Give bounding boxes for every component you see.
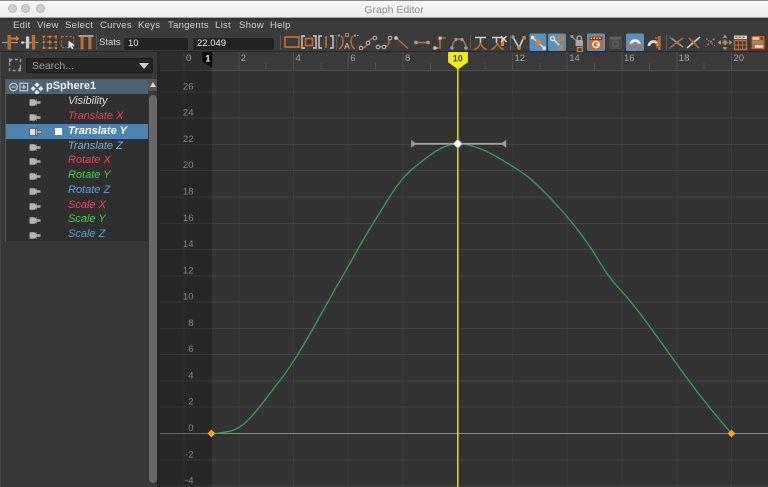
- svg-text:2: 2: [188, 397, 193, 408]
- svg-text:20: 20: [734, 53, 745, 64]
- svg-text:24: 24: [183, 108, 194, 119]
- svg-text:18: 18: [183, 187, 194, 198]
- svg-text:4: 4: [296, 53, 301, 64]
- svg-text:6: 6: [350, 53, 355, 64]
- svg-text:14: 14: [569, 53, 580, 64]
- svg-text:A: A: [344, 41, 350, 51]
- svg-text:-4: -4: [185, 476, 193, 487]
- svg-text:-2: -2: [185, 449, 193, 460]
- svg-text:2: 2: [241, 53, 246, 64]
- svg-text:12: 12: [515, 53, 526, 64]
- svg-text:12: 12: [183, 265, 194, 276]
- svg-text:16: 16: [183, 213, 194, 224]
- svg-text:0: 0: [186, 53, 191, 64]
- svg-text:0: 0: [188, 423, 193, 434]
- svg-text:4: 4: [188, 370, 193, 381]
- svg-text:10: 10: [183, 292, 194, 303]
- svg-text:18: 18: [679, 53, 690, 64]
- svg-text:26: 26: [183, 81, 194, 92]
- svg-text:20: 20: [183, 160, 194, 171]
- svg-text:6: 6: [188, 344, 193, 355]
- svg-text:1: 1: [205, 54, 210, 64]
- svg-text:8: 8: [188, 318, 193, 329]
- svg-text:8: 8: [405, 53, 410, 64]
- svg-text:22: 22: [183, 134, 194, 145]
- svg-text:14: 14: [183, 239, 194, 250]
- svg-text:10: 10: [453, 54, 463, 64]
- svg-text:16: 16: [624, 53, 635, 64]
